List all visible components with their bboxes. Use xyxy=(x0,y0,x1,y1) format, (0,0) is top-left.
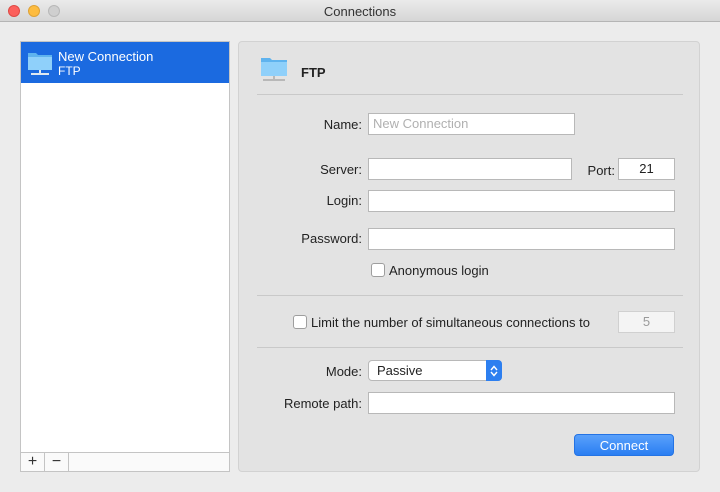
connections-sidebar: New Connection FTP + − xyxy=(20,41,230,472)
sidebar-item-type: FTP xyxy=(58,64,81,78)
folder-icon xyxy=(28,53,52,75)
window-title: Connections xyxy=(323,4,397,19)
password-field[interactable] xyxy=(368,228,675,250)
divider xyxy=(257,295,683,296)
connect-button[interactable]: Connect xyxy=(574,434,674,456)
server-field[interactable] xyxy=(368,158,572,180)
title-bar: Connections xyxy=(0,0,720,22)
select-arrows-icon xyxy=(486,360,502,381)
remote-path-field[interactable] xyxy=(368,392,675,414)
anonymous-login-label: Anonymous login xyxy=(389,263,489,278)
port-label: Port: xyxy=(587,163,615,178)
sidebar-item-name: New Connection xyxy=(58,49,154,64)
login-label: Login: xyxy=(326,193,362,208)
protocol-header: FTP xyxy=(301,65,326,80)
anonymous-login-checkbox[interactable] xyxy=(371,263,385,277)
password-label: Password: xyxy=(301,231,362,246)
mode-label: Mode: xyxy=(325,364,362,379)
server-label: Server: xyxy=(320,162,362,177)
mode-select[interactable]: Passive xyxy=(368,360,502,381)
sidebar-footer: + − xyxy=(21,452,229,471)
connection-details-panel: FTP Name: New Connection Server: Port: 2… xyxy=(238,41,700,472)
remove-connection-button[interactable]: − xyxy=(45,453,69,471)
limit-connections-checkbox[interactable] xyxy=(293,315,307,329)
sidebar-item-new-connection[interactable]: New Connection FTP xyxy=(21,42,229,83)
network-folder-icon xyxy=(261,58,287,81)
limit-connections-field[interactable]: 5 xyxy=(618,311,675,333)
login-field[interactable] xyxy=(368,190,675,212)
mode-select-value: Passive xyxy=(377,363,423,378)
divider xyxy=(257,94,683,95)
port-field[interactable]: 21 xyxy=(618,158,675,180)
divider xyxy=(257,347,683,348)
name-field[interactable]: New Connection xyxy=(368,113,575,135)
remote-path-label: Remote path: xyxy=(283,396,362,411)
limit-connections-label: Limit the number of simultaneous connect… xyxy=(311,315,590,330)
add-connection-button[interactable]: + xyxy=(21,453,45,471)
name-label: Name: xyxy=(323,117,362,132)
